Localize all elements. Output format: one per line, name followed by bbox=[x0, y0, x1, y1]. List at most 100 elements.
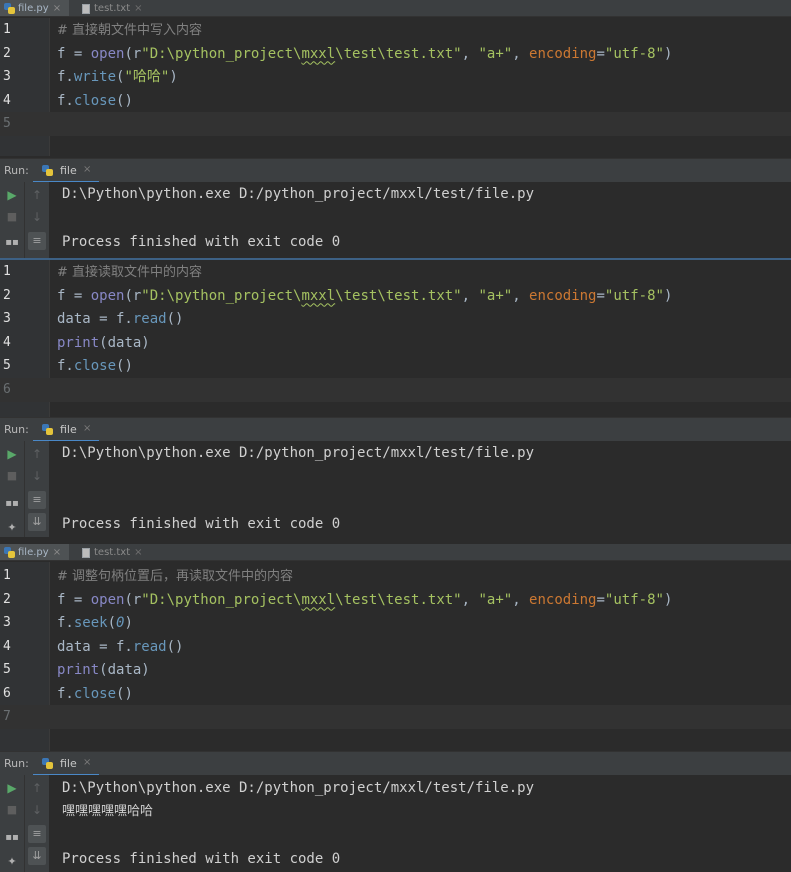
code-token: () bbox=[116, 358, 133, 374]
soft-wrap-icon[interactable]: ≡ bbox=[28, 825, 46, 843]
down-arrow-icon[interactable]: ↓ bbox=[28, 801, 46, 819]
run-tab-file[interactable]: file × bbox=[33, 418, 99, 443]
up-arrow-icon[interactable]: ↑ bbox=[28, 186, 46, 204]
down-arrow-icon[interactable]: ↓ bbox=[28, 208, 46, 226]
code-token: open bbox=[90, 287, 125, 304]
code-token: = bbox=[596, 591, 605, 608]
run-tab-label: file bbox=[60, 423, 77, 436]
close-icon[interactable]: × bbox=[83, 164, 91, 175]
code-line[interactable]: 4 f.close() bbox=[0, 89, 791, 113]
code-line[interactable]: 2 f = open(r"D:\python_project\mxxl\test\… bbox=[0, 284, 791, 308]
code-token: ) bbox=[124, 615, 133, 631]
close-icon[interactable]: × bbox=[53, 547, 61, 558]
line-number: 1 bbox=[3, 568, 11, 583]
code-line[interactable]: 5 bbox=[0, 112, 791, 136]
code-token: , bbox=[461, 591, 479, 608]
python-file-icon bbox=[42, 424, 53, 435]
code-line[interactable]: 4 data = f.read() bbox=[0, 635, 791, 659]
rerun-icon[interactable]: ▶ bbox=[3, 186, 21, 204]
console-line: D:\Python\python.exe D:/python_project/m… bbox=[62, 780, 535, 796]
tab-file-py[interactable]: file.py × bbox=[0, 0, 69, 16]
code-token: "D:\python_project\ bbox=[141, 287, 302, 304]
run-label: Run: bbox=[4, 757, 29, 770]
tab-test-txt[interactable]: test.txt × bbox=[76, 544, 150, 560]
down-arrow-icon[interactable]: ↓ bbox=[28, 467, 46, 485]
code-token: print bbox=[57, 662, 100, 678]
code-token: read bbox=[132, 311, 167, 327]
code-token: (r bbox=[124, 591, 142, 608]
code-line[interactable]: 1 # 调整句柄位置后，再读取文件中的内容 bbox=[0, 564, 791, 588]
code-text: f = open(r"D:\python_project\mxxl\test\t… bbox=[57, 42, 672, 66]
code-token: (data) bbox=[99, 334, 150, 351]
code-token: \test\test.txt" bbox=[335, 287, 462, 304]
layout-icon[interactable]: ▪▪ bbox=[3, 495, 21, 513]
soft-wrap-icon[interactable]: ≡ bbox=[28, 491, 46, 509]
editor-tab-bar: file.py × test.txt × bbox=[0, 0, 791, 17]
line-number: 1 bbox=[3, 22, 11, 37]
tab-label: test.txt bbox=[94, 547, 131, 558]
code-line[interactable]: 3 f.seek(0) bbox=[0, 611, 791, 635]
code-line[interactable]: 3 data = f.read() bbox=[0, 307, 791, 331]
code-text: print(data) bbox=[57, 658, 150, 682]
code-line[interactable]: 3 f.write("哈哈") bbox=[0, 65, 791, 89]
code-line[interactable]: 6 f.close() bbox=[0, 682, 791, 706]
code-line[interactable]: 2 f = open(r"D:\python_project\mxxl\test\… bbox=[0, 588, 791, 612]
code-text: # 调整句柄位置后，再读取文件中的内容 bbox=[57, 564, 293, 589]
code-line[interactable]: 6 bbox=[0, 377, 791, 402]
code-line[interactable]: 7 bbox=[0, 705, 791, 729]
close-icon[interactable]: × bbox=[83, 423, 91, 434]
code-token: "a+" bbox=[478, 591, 513, 608]
stop-icon[interactable]: ■ bbox=[3, 467, 21, 485]
stop-icon[interactable]: ■ bbox=[3, 801, 21, 819]
code-line[interactable]: 5 f.close() bbox=[0, 354, 791, 378]
code-line[interactable]: 1 # 直接读取文件中的内容 bbox=[0, 260, 791, 284]
code-text: f.seek(0) bbox=[57, 611, 133, 635]
code-line[interactable]: 5 print(data) bbox=[0, 658, 791, 682]
code-token: "utf-8" bbox=[604, 591, 664, 608]
rerun-icon[interactable]: ▶ bbox=[3, 445, 21, 463]
pin-icon[interactable]: ✦ bbox=[3, 519, 21, 537]
code-line[interactable]: 4 print(data) bbox=[0, 331, 791, 355]
code-editor[interactable]: 1 # 直接读取文件中的内容 2 f = open(r"D:\python_proje… bbox=[0, 258, 791, 417]
rerun-icon[interactable]: ▶ bbox=[3, 779, 21, 797]
layout-icon[interactable]: ▪▪ bbox=[3, 829, 21, 847]
layout-icon[interactable]: ▪▪ bbox=[3, 234, 21, 252]
run-tab-label: file bbox=[60, 757, 77, 770]
scroll-to-end-icon[interactable]: ⇊ bbox=[28, 513, 46, 531]
run-tab-file[interactable]: file × bbox=[33, 159, 99, 184]
scroll-to-end-icon[interactable]: ⇊ bbox=[28, 847, 46, 865]
run-toolbar: ▶ ■ ▪▪ ✦ bbox=[0, 441, 24, 537]
code-line[interactable]: 1 # 直接朝文件中写入内容 bbox=[0, 18, 791, 42]
close-icon[interactable]: × bbox=[134, 3, 142, 14]
tab-file-py[interactable]: file.py × bbox=[0, 544, 69, 560]
up-arrow-icon[interactable]: ↑ bbox=[28, 779, 46, 797]
line-number: 3 bbox=[3, 311, 11, 326]
python-file-icon bbox=[42, 758, 53, 769]
line-number: 6 bbox=[3, 685, 11, 701]
run-toolbar: ▶ ■ ▪▪ ✦ bbox=[0, 775, 24, 872]
code-token: "a+" bbox=[478, 287, 513, 304]
code-token: () bbox=[116, 92, 133, 109]
code-token: ) bbox=[663, 591, 673, 608]
line-number: 6 bbox=[3, 381, 11, 397]
code-token: close bbox=[73, 685, 117, 702]
close-icon[interactable]: × bbox=[53, 3, 61, 14]
code-token: , bbox=[512, 591, 530, 608]
code-token: open bbox=[90, 45, 125, 62]
soft-wrap-icon[interactable]: ≡ bbox=[28, 232, 46, 250]
code-token: "哈哈" bbox=[124, 69, 170, 85]
code-editor[interactable]: 1 # 直接朝文件中写入内容 2 f = open(r"D:\python_proje… bbox=[0, 18, 791, 156]
code-line[interactable]: 2 f = open(r"D:\python_project\mxxl\test\… bbox=[0, 42, 791, 66]
code-text: f.close() bbox=[57, 89, 133, 113]
tab-test-txt[interactable]: test.txt × bbox=[76, 0, 150, 16]
code-token: write bbox=[73, 69, 117, 85]
code-token: , bbox=[512, 45, 530, 62]
run-tab-file[interactable]: file × bbox=[33, 752, 99, 777]
code-text: f.write("哈哈") bbox=[57, 65, 178, 89]
stop-icon[interactable]: ■ bbox=[3, 208, 21, 226]
pin-icon[interactable]: ✦ bbox=[3, 853, 21, 871]
close-icon[interactable]: × bbox=[134, 547, 142, 558]
code-editor[interactable]: 1 # 调整句柄位置后，再读取文件中的内容 2 f = open(r"D:\pytho… bbox=[0, 562, 791, 751]
up-arrow-icon[interactable]: ↑ bbox=[28, 445, 46, 463]
close-icon[interactable]: × bbox=[83, 757, 91, 768]
